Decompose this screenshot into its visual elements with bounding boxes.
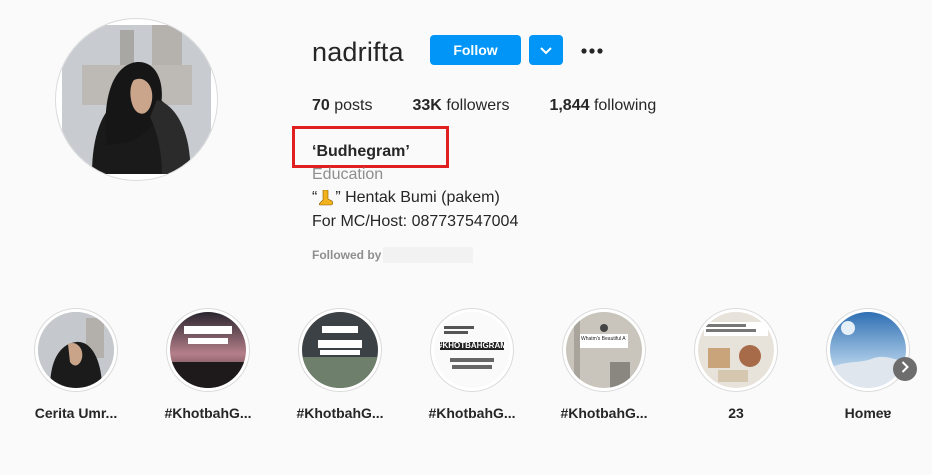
profile-full-name: ‘Budhegram’ — [312, 143, 410, 160]
highlight-cover — [170, 312, 246, 388]
story-highlight[interactable]: Cerita Umr... — [26, 308, 126, 421]
highlight-label: 23 — [728, 405, 744, 421]
highlight-label: Cerita Umr... — [34, 405, 118, 421]
highlight-ring — [826, 308, 910, 392]
following-label: following — [593, 97, 657, 114]
highlight-ring — [298, 308, 382, 392]
highlight-ring — [166, 308, 250, 392]
follow-button[interactable]: Follow — [430, 35, 521, 65]
posts-stat: 70 posts — [312, 97, 373, 115]
bio-line-2: For MC/Host: 087737547004 — [312, 213, 519, 230]
highlight-cover — [698, 312, 774, 388]
posts-label: posts — [334, 97, 373, 114]
more-options-button[interactable] — [579, 38, 605, 62]
highlight-cover: #KHOTBAHGRAM — [434, 312, 510, 388]
chevron-down-icon — [540, 43, 552, 58]
highlight-label: #KhotbahG... — [428, 405, 516, 421]
highlight-cover-caption: Whatm's Beautiful A THA — [581, 336, 627, 342]
story-highlight[interactable]: 23 — [686, 308, 786, 421]
more-options-icon — [581, 41, 603, 59]
followers-count: 33K — [412, 97, 442, 114]
redacted-followers — [383, 247, 473, 263]
suggested-accounts-dropdown-button[interactable] — [529, 35, 563, 65]
story-highlight[interactable]: Whatm's Beautiful A THA #KhotbahG... — [554, 308, 654, 421]
highlight-cover — [38, 312, 114, 388]
highlight-cover — [302, 312, 378, 388]
followers-stat[interactable]: 33K followers — [413, 97, 510, 115]
chevron-right-icon — [901, 360, 909, 378]
highlight-ring: #KHOTBAHGRAM — [430, 308, 514, 392]
followers-label: followers — [446, 97, 510, 114]
profile-category: Education — [312, 166, 384, 183]
highlight-label: Homeɐ — [844, 405, 892, 421]
profile-avatar[interactable] — [55, 18, 218, 181]
highlight-label: #KhotbahG... — [560, 405, 648, 421]
highlight-ring — [34, 308, 118, 392]
highlight-ring — [694, 308, 778, 392]
profile-stats: 70 posts 33K followers 1,844 following — [312, 97, 696, 115]
highlight-cover: Whatm's Beautiful A THA — [566, 312, 642, 388]
story-highlight[interactable]: #KHOTBAHGRAM #KhotbahG... — [422, 308, 522, 421]
posts-count: 70 — [312, 97, 330, 114]
bio-line-1: “ ” Hentak Bumi (pakem) — [312, 189, 500, 207]
bio-quote-open: “ — [312, 189, 318, 206]
following-stat[interactable]: 1,844 following — [549, 97, 656, 115]
highlights-next-button[interactable] — [893, 357, 917, 381]
highlight-ring: Whatm's Beautiful A THA — [562, 308, 646, 392]
highlight-label: #KhotbahG... — [296, 405, 384, 421]
profile-username: nadrifta — [312, 37, 404, 67]
highlight-cover — [830, 312, 906, 388]
story-highlight[interactable]: #KhotbahG... — [290, 308, 390, 421]
profile-photo — [62, 25, 211, 174]
story-highlight[interactable]: #KhotbahG... — [158, 308, 258, 421]
highlight-cover-title: #KHOTBAHGRAM — [438, 341, 506, 350]
followed-by-label: Followed by — [312, 248, 382, 262]
boot-icon — [319, 189, 334, 206]
bio-line-1-text: ” Hentak Bumi (pakem) — [335, 189, 500, 206]
following-count: 1,844 — [549, 97, 590, 114]
highlight-label: #KhotbahG... — [164, 405, 252, 421]
